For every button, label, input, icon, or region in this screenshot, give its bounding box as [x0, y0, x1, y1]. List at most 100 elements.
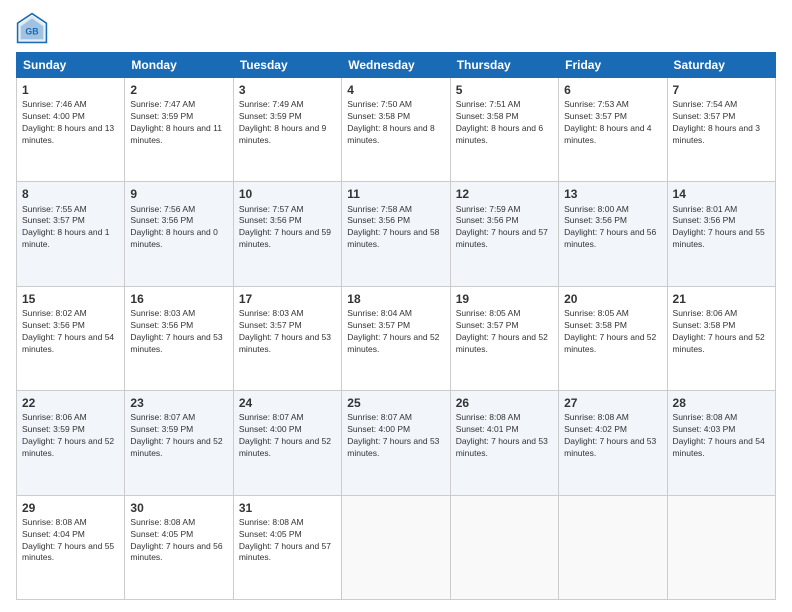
weekday-header-tuesday: Tuesday: [233, 53, 341, 78]
day-info: Sunrise: 8:08 AM Sunset: 4:04 PM Dayligh…: [22, 517, 119, 565]
calendar-week-5: 29 Sunrise: 8:08 AM Sunset: 4:04 PM Dayl…: [17, 495, 776, 599]
calendar-cell: [450, 495, 558, 599]
logo: GB: [16, 12, 52, 44]
calendar-cell: 14 Sunrise: 8:01 AM Sunset: 3:56 PM Dayl…: [667, 182, 775, 286]
day-info: Sunrise: 8:02 AM Sunset: 3:56 PM Dayligh…: [22, 308, 119, 356]
daylight-label: Daylight: 7 hours and 53 minutes.: [456, 436, 548, 458]
sunrise-label: Sunrise: 8:05 AM: [456, 308, 521, 318]
day-number: 14: [673, 186, 770, 202]
sunrise-label: Sunrise: 7:59 AM: [456, 204, 521, 214]
weekday-header-monday: Monday: [125, 53, 233, 78]
daylight-label: Daylight: 7 hours and 53 minutes.: [347, 436, 439, 458]
daylight-label: Daylight: 8 hours and 11 minutes.: [130, 123, 222, 145]
day-number: 22: [22, 395, 119, 411]
day-info: Sunrise: 8:03 AM Sunset: 3:57 PM Dayligh…: [239, 308, 336, 356]
day-info: Sunrise: 7:56 AM Sunset: 3:56 PM Dayligh…: [130, 204, 227, 252]
daylight-label: Daylight: 7 hours and 57 minutes.: [456, 227, 548, 249]
calendar-cell: 12 Sunrise: 7:59 AM Sunset: 3:56 PM Dayl…: [450, 182, 558, 286]
daylight-label: Daylight: 8 hours and 3 minutes.: [673, 123, 760, 145]
daylight-label: Daylight: 8 hours and 9 minutes.: [239, 123, 326, 145]
calendar-cell: 5 Sunrise: 7:51 AM Sunset: 3:58 PM Dayli…: [450, 78, 558, 182]
logo-icon: GB: [16, 12, 48, 44]
daylight-label: Daylight: 7 hours and 56 minutes.: [130, 541, 222, 563]
day-info: Sunrise: 8:07 AM Sunset: 4:00 PM Dayligh…: [347, 412, 444, 460]
day-number: 5: [456, 82, 553, 98]
sunrise-label: Sunrise: 8:01 AM: [673, 204, 738, 214]
day-info: Sunrise: 7:47 AM Sunset: 3:59 PM Dayligh…: [130, 99, 227, 147]
day-info: Sunrise: 8:08 AM Sunset: 4:03 PM Dayligh…: [673, 412, 770, 460]
sunset-label: Sunset: 4:00 PM: [347, 424, 410, 434]
daylight-label: Daylight: 7 hours and 59 minutes.: [239, 227, 331, 249]
daylight-label: Daylight: 7 hours and 52 minutes.: [673, 332, 765, 354]
daylight-label: Daylight: 7 hours and 52 minutes.: [239, 436, 331, 458]
day-info: Sunrise: 7:58 AM Sunset: 3:56 PM Dayligh…: [347, 204, 444, 252]
sunrise-label: Sunrise: 8:03 AM: [239, 308, 304, 318]
calendar-table: SundayMondayTuesdayWednesdayThursdayFrid…: [16, 52, 776, 600]
sunrise-label: Sunrise: 8:08 AM: [673, 412, 738, 422]
day-info: Sunrise: 7:55 AM Sunset: 3:57 PM Dayligh…: [22, 204, 119, 252]
calendar-cell: 26 Sunrise: 8:08 AM Sunset: 4:01 PM Dayl…: [450, 391, 558, 495]
calendar-cell: 11 Sunrise: 7:58 AM Sunset: 3:56 PM Dayl…: [342, 182, 450, 286]
day-info: Sunrise: 8:08 AM Sunset: 4:01 PM Dayligh…: [456, 412, 553, 460]
daylight-label: Daylight: 8 hours and 8 minutes.: [347, 123, 434, 145]
day-number: 31: [239, 500, 336, 516]
sunrise-label: Sunrise: 7:58 AM: [347, 204, 412, 214]
sunset-label: Sunset: 3:59 PM: [130, 424, 193, 434]
sunset-label: Sunset: 3:57 PM: [239, 320, 302, 330]
calendar-cell: 22 Sunrise: 8:06 AM Sunset: 3:59 PM Dayl…: [17, 391, 125, 495]
day-number: 3: [239, 82, 336, 98]
day-info: Sunrise: 7:59 AM Sunset: 3:56 PM Dayligh…: [456, 204, 553, 252]
weekday-header-wednesday: Wednesday: [342, 53, 450, 78]
calendar-cell: 8 Sunrise: 7:55 AM Sunset: 3:57 PM Dayli…: [17, 182, 125, 286]
day-info: Sunrise: 7:49 AM Sunset: 3:59 PM Dayligh…: [239, 99, 336, 147]
day-info: Sunrise: 8:07 AM Sunset: 3:59 PM Dayligh…: [130, 412, 227, 460]
svg-text:GB: GB: [25, 26, 38, 36]
sunset-label: Sunset: 4:03 PM: [673, 424, 736, 434]
sunset-label: Sunset: 3:58 PM: [347, 111, 410, 121]
sunrise-label: Sunrise: 7:50 AM: [347, 99, 412, 109]
sunrise-label: Sunrise: 7:46 AM: [22, 99, 87, 109]
sunrise-label: Sunrise: 8:08 AM: [239, 517, 304, 527]
sunset-label: Sunset: 4:04 PM: [22, 529, 85, 539]
day-number: 12: [456, 186, 553, 202]
daylight-label: Daylight: 7 hours and 53 minutes.: [239, 332, 331, 354]
weekday-header-row: SundayMondayTuesdayWednesdayThursdayFrid…: [17, 53, 776, 78]
sunrise-label: Sunrise: 8:08 AM: [564, 412, 629, 422]
sunrise-label: Sunrise: 7:57 AM: [239, 204, 304, 214]
calendar-week-4: 22 Sunrise: 8:06 AM Sunset: 3:59 PM Dayl…: [17, 391, 776, 495]
day-number: 25: [347, 395, 444, 411]
day-info: Sunrise: 7:51 AM Sunset: 3:58 PM Dayligh…: [456, 99, 553, 147]
sunset-label: Sunset: 3:57 PM: [564, 111, 627, 121]
calendar-cell: 27 Sunrise: 8:08 AM Sunset: 4:02 PM Dayl…: [559, 391, 667, 495]
daylight-label: Daylight: 7 hours and 55 minutes.: [673, 227, 765, 249]
day-number: 23: [130, 395, 227, 411]
day-info: Sunrise: 7:57 AM Sunset: 3:56 PM Dayligh…: [239, 204, 336, 252]
weekday-header-thursday: Thursday: [450, 53, 558, 78]
day-number: 6: [564, 82, 661, 98]
day-info: Sunrise: 8:07 AM Sunset: 4:00 PM Dayligh…: [239, 412, 336, 460]
day-info: Sunrise: 8:04 AM Sunset: 3:57 PM Dayligh…: [347, 308, 444, 356]
sunset-label: Sunset: 4:02 PM: [564, 424, 627, 434]
sunset-label: Sunset: 3:56 PM: [130, 320, 193, 330]
day-number: 24: [239, 395, 336, 411]
calendar-cell: 23 Sunrise: 8:07 AM Sunset: 3:59 PM Dayl…: [125, 391, 233, 495]
daylight-label: Daylight: 8 hours and 6 minutes.: [456, 123, 543, 145]
day-number: 13: [564, 186, 661, 202]
calendar-cell: 10 Sunrise: 7:57 AM Sunset: 3:56 PM Dayl…: [233, 182, 341, 286]
sunset-label: Sunset: 3:56 PM: [130, 215, 193, 225]
day-info: Sunrise: 8:00 AM Sunset: 3:56 PM Dayligh…: [564, 204, 661, 252]
day-number: 11: [347, 186, 444, 202]
calendar-cell: 21 Sunrise: 8:06 AM Sunset: 3:58 PM Dayl…: [667, 286, 775, 390]
sunrise-label: Sunrise: 8:08 AM: [456, 412, 521, 422]
daylight-label: Daylight: 7 hours and 58 minutes.: [347, 227, 439, 249]
calendar-cell: 24 Sunrise: 8:07 AM Sunset: 4:00 PM Dayl…: [233, 391, 341, 495]
sunrise-label: Sunrise: 8:04 AM: [347, 308, 412, 318]
daylight-label: Daylight: 7 hours and 52 minutes.: [564, 332, 656, 354]
sunrise-label: Sunrise: 8:07 AM: [239, 412, 304, 422]
calendar-cell: 19 Sunrise: 8:05 AM Sunset: 3:57 PM Dayl…: [450, 286, 558, 390]
day-number: 19: [456, 291, 553, 307]
sunset-label: Sunset: 3:56 PM: [456, 215, 519, 225]
calendar-cell: 20 Sunrise: 8:05 AM Sunset: 3:58 PM Dayl…: [559, 286, 667, 390]
day-info: Sunrise: 8:03 AM Sunset: 3:56 PM Dayligh…: [130, 308, 227, 356]
day-number: 1: [22, 82, 119, 98]
